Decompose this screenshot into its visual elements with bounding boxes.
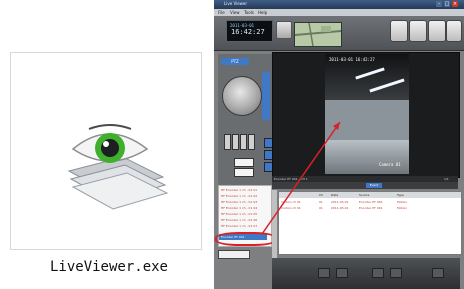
live-viewer-window: Live Viewer - □ × File View Tools Help 2…	[214, 0, 464, 289]
file-icon-tile[interactable]	[10, 52, 202, 250]
pointer-arrow	[261, 121, 341, 235]
file-name-label: LiveViewer.exe	[49, 259, 168, 275]
eye-icon	[67, 124, 169, 210]
